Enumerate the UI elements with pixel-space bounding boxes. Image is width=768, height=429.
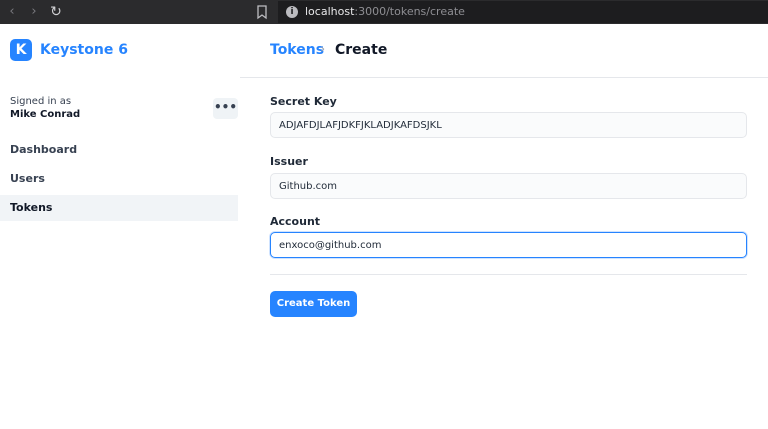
signed-in-label: Signed in as <box>10 96 72 107</box>
secret-key-input[interactable] <box>270 112 747 138</box>
sidebar: K Keystone 6 Signed in as Mike Conrad ••… <box>0 24 240 429</box>
info-icon[interactable]: i <box>286 6 298 18</box>
forward-icon[interactable]: › <box>24 2 44 22</box>
bookmark-icon[interactable] <box>255 3 269 21</box>
account-input[interactable] <box>270 232 747 258</box>
sidebar-item-tokens[interactable]: Tokens <box>0 195 238 221</box>
sidebar-item-users[interactable]: Users <box>0 166 238 192</box>
keystone-logo-icon: K <box>10 39 32 61</box>
back-icon[interactable]: ‹ <box>2 2 22 22</box>
signed-in-info: Signed in as Mike Conrad <box>10 96 80 120</box>
url-host: localhost <box>305 5 355 18</box>
secret-key-label: Secret Key <box>270 95 337 108</box>
url-text: localhost:3000/tokens/create <box>305 5 465 18</box>
issuer-input[interactable] <box>270 173 747 199</box>
more-options-button[interactable]: ••• <box>213 98 238 119</box>
brand[interactable]: K Keystone 6 <box>10 39 128 61</box>
browser-toolbar: ‹ › ↻ i localhost:3000/tokens/create <box>0 0 768 24</box>
url-path: :3000/tokens/create <box>354 5 465 18</box>
account-label: Account <box>270 215 321 228</box>
issuer-label: Issuer <box>270 155 308 168</box>
create-token-button[interactable]: Create Token <box>270 291 357 317</box>
form-divider <box>270 274 747 275</box>
page-title: Create <box>335 42 388 58</box>
address-bar[interactable]: i localhost:3000/tokens/create <box>278 1 768 23</box>
reload-icon[interactable]: ↻ <box>46 2 66 22</box>
sidebar-item-dashboard[interactable]: Dashboard <box>0 137 238 163</box>
breadcrumb-tokens-link[interactable]: Tokens <box>270 42 324 58</box>
user-name: Mike Conrad <box>10 109 81 120</box>
brand-name: Keystone 6 <box>40 42 128 58</box>
breadcrumb-chevron-icon: › <box>320 42 326 57</box>
page-header: Tokens › Create <box>240 24 768 78</box>
